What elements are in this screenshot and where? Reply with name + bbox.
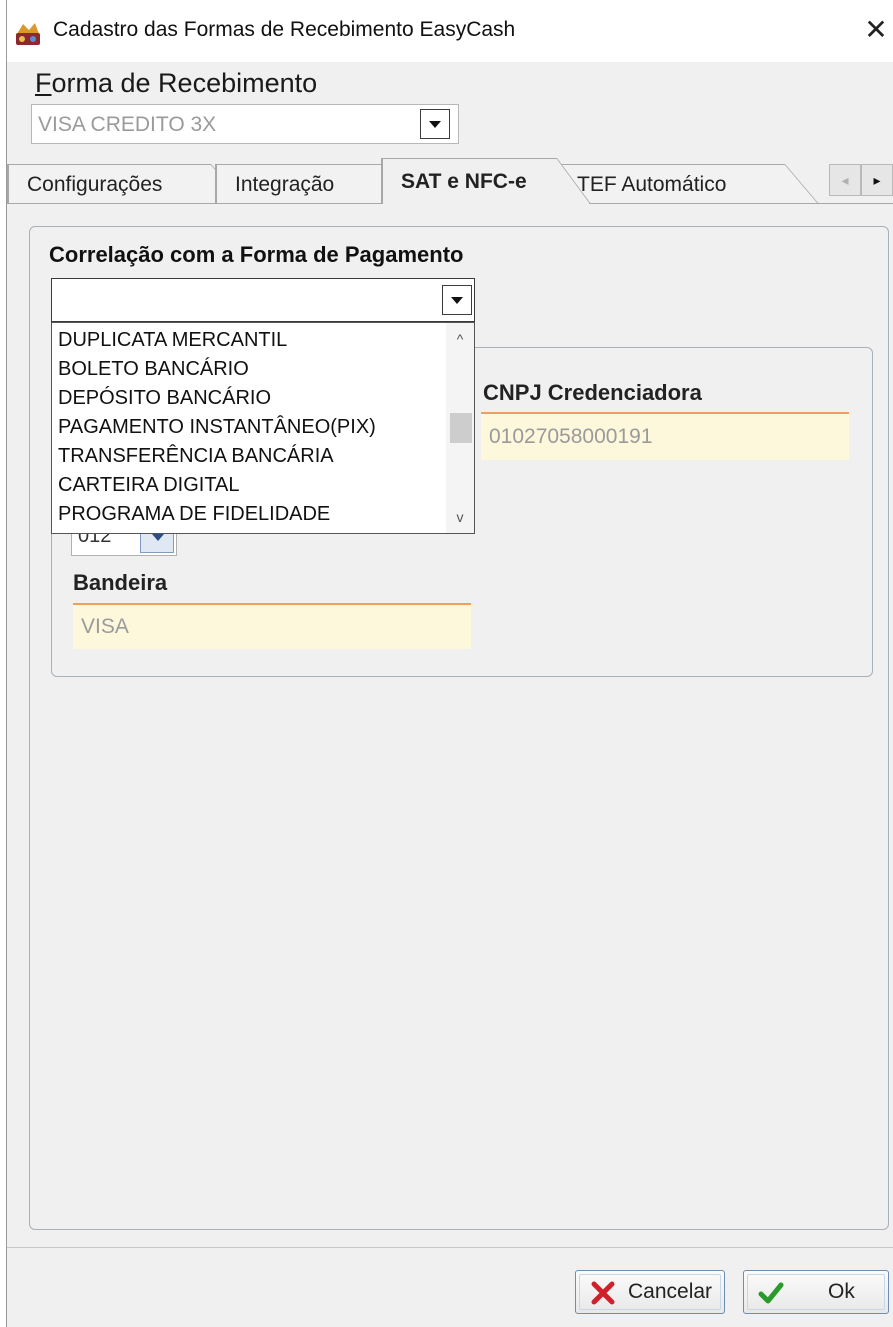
correlacao-label: Correlação com a Forma de Pagamento xyxy=(49,242,464,267)
app-icon xyxy=(16,23,40,45)
list-item[interactable]: BOLETO BANCÁRIO xyxy=(58,358,249,381)
window-title: Cadastro das Formas de Recebimento EasyC… xyxy=(53,18,516,41)
close-icon: ✕ xyxy=(864,14,888,45)
list-item[interactable]: DEPÓSITO BANCÁRIO xyxy=(58,387,271,410)
tab-scroll-left-button[interactable]: ◂ xyxy=(829,164,861,196)
tab-sat-nfce[interactable]: SAT e NFC-e xyxy=(382,158,590,204)
list-item[interactable]: PAGAMENTO INSTANTÂNEO(PIX) xyxy=(58,416,376,439)
correlacao-combo[interactable] xyxy=(51,278,475,322)
scroll-down-button[interactable]: v xyxy=(446,503,474,531)
list-item[interactable]: CARTEIRA DIGITAL xyxy=(58,474,240,497)
scrollbar-thumb[interactable] xyxy=(450,413,472,443)
checkmark-icon xyxy=(758,1282,784,1304)
dropdown-scrollbar[interactable]: ^ v xyxy=(446,323,474,533)
footer-divider xyxy=(7,1247,893,1248)
chevron-down-icon xyxy=(451,297,463,304)
cnpj-label: CNPJ Credenciadora xyxy=(483,380,702,405)
bandeira-field[interactable]: VISA xyxy=(73,603,471,649)
correlacao-dropdown-list[interactable]: DUPLICATA MERCANTIL BOLETO BANCÁRIO DEPÓ… xyxy=(51,322,475,534)
chevron-right-icon: ▸ xyxy=(873,172,881,188)
tab-scroll-buttons: ◂ ▸ xyxy=(829,164,893,196)
tab-tef-automatico[interactable]: TEF Automático xyxy=(558,164,818,204)
forma-recebimento-value: VISA CREDITO 3X xyxy=(38,113,217,136)
forma-recebimento-combo[interactable]: VISA CREDITO 3X xyxy=(31,104,459,144)
chevron-up-icon: ^ xyxy=(456,331,464,347)
tab-scroll-right-button[interactable]: ▸ xyxy=(861,164,893,196)
cancel-button[interactable]: Cancelar xyxy=(575,1270,725,1314)
chevron-left-icon: ◂ xyxy=(841,172,849,188)
chevron-down-icon xyxy=(152,534,164,541)
chevron-down-icon xyxy=(429,121,441,128)
bandeira-label: Bandeira xyxy=(73,570,168,595)
tab-strip: Configurações Integração TEF Automático … xyxy=(7,156,893,204)
tab-configuracoes[interactable]: Configurações xyxy=(8,164,244,204)
cnpj-field[interactable]: 01027058000191 xyxy=(481,412,849,460)
ok-button[interactable]: Ok xyxy=(743,1270,889,1314)
forma-recebimento-label: Forma de Recebimento xyxy=(35,68,318,98)
forma-dropdown-button[interactable] xyxy=(420,109,450,139)
list-item[interactable]: PROGRAMA DE FIDELIDADE xyxy=(58,503,330,526)
list-item[interactable]: TRANSFERÊNCIA BANCÁRIA xyxy=(58,445,334,468)
chevron-down-icon: v xyxy=(456,509,464,525)
close-button[interactable]: ✕ xyxy=(858,8,893,52)
scroll-up-button[interactable]: ^ xyxy=(446,325,474,353)
cancel-x-icon xyxy=(591,1281,615,1305)
dialog-window: Cadastro das Formas de Recebimento EasyC… xyxy=(6,0,893,1327)
title-bar: Cadastro das Formas de Recebimento EasyC… xyxy=(7,0,893,62)
list-item[interactable]: DUPLICATA MERCANTIL xyxy=(58,329,287,352)
correlacao-dropdown-button[interactable] xyxy=(442,285,472,315)
